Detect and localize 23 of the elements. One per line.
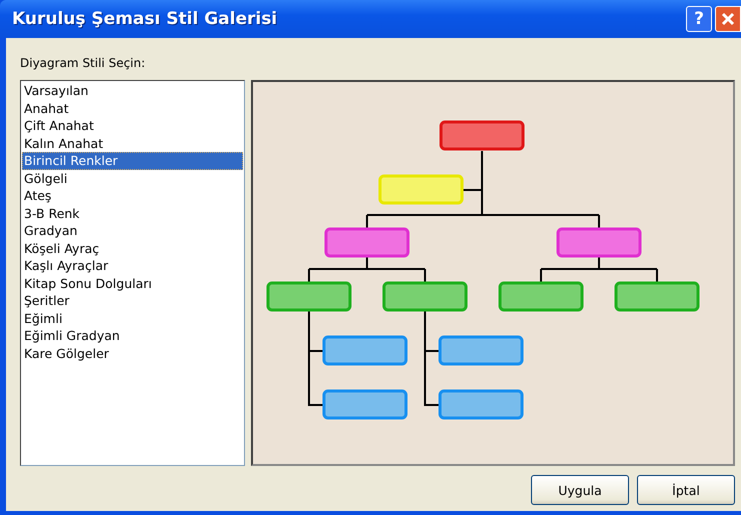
list-item[interactable]: 3-B Renk xyxy=(22,204,243,222)
list-item[interactable]: Ateş xyxy=(22,187,243,204)
close-icon xyxy=(720,11,736,27)
window-title: Kuruluş Şeması Stil Galerisi xyxy=(12,9,278,29)
list-item[interactable]: Varsayılan xyxy=(22,82,243,100)
cancel-button[interactable]: İptal xyxy=(637,475,735,505)
list-item[interactable]: Köşeli Ayraç xyxy=(22,240,243,257)
list-item[interactable]: Kalın Anahat xyxy=(22,134,243,152)
list-label: Diyagram Stili Seçin: xyxy=(20,56,146,70)
list-item[interactable]: Gölgeli xyxy=(22,170,243,187)
list-item[interactable]: Şeritler xyxy=(22,292,243,310)
apply-button[interactable]: Uygula xyxy=(531,475,629,505)
list-item[interactable]: Anahat xyxy=(22,100,243,117)
list-item[interactable]: Eğimli xyxy=(22,310,243,327)
list-item[interactable]: Eğimli Gradyan xyxy=(22,327,243,344)
list-item[interactable]: Kaşlı Ayraçlar xyxy=(22,257,243,274)
close-button[interactable] xyxy=(715,6,741,32)
list-item[interactable]: Kitap Sonu Dolguları xyxy=(22,274,243,292)
list-item[interactable]: Kare Gölgeler xyxy=(22,344,243,362)
list-item[interactable]: Gradyan xyxy=(22,222,243,240)
list-item[interactable]: Birincil Renkler xyxy=(22,152,243,170)
list-item[interactable]: Çift Anahat xyxy=(22,117,243,134)
help-button[interactable]: ? xyxy=(686,6,712,32)
